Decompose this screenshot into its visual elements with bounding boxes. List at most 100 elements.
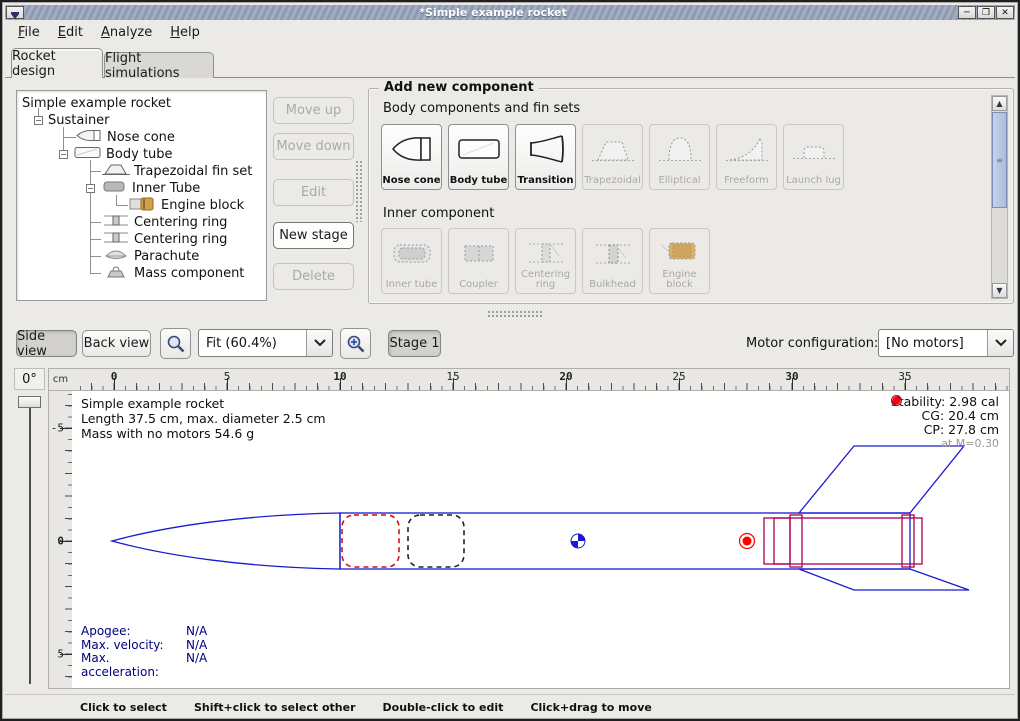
centering-ring-icon <box>102 214 130 231</box>
window-menu-button[interactable] <box>6 6 24 19</box>
zoom-out-button[interactable] <box>160 328 191 359</box>
vertical-splitter-grip[interactable] <box>355 160 363 222</box>
menu-file[interactable]: File <box>9 22 49 43</box>
hint-drag: Click+drag to move <box>530 701 651 714</box>
menu-bar: File Edit Analyze Help <box>5 20 1015 45</box>
add-coupler-button[interactable]: Coupler <box>448 228 509 294</box>
menu-analyze[interactable]: Analyze <box>92 22 161 43</box>
nose-cone-icon <box>76 129 103 146</box>
tree-item-centering-ring-2[interactable]: Centering ring <box>102 231 227 248</box>
tree-item-parachute[interactable]: Parachute <box>102 248 199 265</box>
menu-help[interactable]: Help <box>161 22 209 43</box>
add-inner-tube-button[interactable]: Inner tube <box>381 228 442 294</box>
tree-item-inner-tube[interactable]: Inner Tube <box>102 180 200 197</box>
scrollbar-thumb[interactable]: ≡ <box>992 112 1007 208</box>
zoom-in-button[interactable] <box>340 328 371 359</box>
tree-item-sustainer[interactable]: Sustainer <box>48 112 110 129</box>
add-trapezoidal-fin-button[interactable]: Trapezoidal <box>582 124 643 190</box>
component-scrollbar[interactable]: ▲ ≡ ▼ <box>991 95 1008 299</box>
title-bar: *Simple example rocket ─ ❐ ✕ <box>5 5 1015 20</box>
parachute-shape[interactable] <box>342 515 399 567</box>
mass-component-shape[interactable] <box>408 515 464 567</box>
new-stage-button[interactable]: New stage <box>273 222 354 249</box>
tree-item-rocket[interactable]: Simple example rocket <box>22 95 171 112</box>
fin-set-icon <box>102 163 130 180</box>
magnifier-plus-icon <box>346 334 366 354</box>
tree-item-nose-cone[interactable]: Nose cone <box>76 129 175 146</box>
edit-button[interactable]: Edit <box>273 179 354 206</box>
side-view-button[interactable]: Side view <box>16 330 77 357</box>
inner-components-outline[interactable] <box>764 515 922 567</box>
engine-block-shape[interactable] <box>774 518 790 564</box>
cp-marker <box>740 534 755 549</box>
tab-flight-simulations[interactable]: Flight simulations <box>104 52 214 78</box>
rotation-angle-field[interactable]: 0° <box>14 368 45 390</box>
tree-item-body-tube[interactable]: Body tube <box>74 146 173 163</box>
rocket-figure-canvas[interactable]: Simple example rocket Length 37.5 cm, ma… <box>72 391 1010 689</box>
centering-ring-front-shape[interactable] <box>790 515 802 567</box>
add-launch-lug-button[interactable]: Launch lug <box>783 124 844 190</box>
magnifier-icon <box>166 334 186 354</box>
motor-config-select[interactable]: [No motors] <box>878 329 1014 357</box>
add-centering-ring-button[interactable]: Centering ring <box>515 228 576 294</box>
transition-icon <box>516 131 575 167</box>
add-engine-block-button[interactable]: Engine block <box>649 228 710 294</box>
launch-lug-icon <box>784 131 843 167</box>
body-section-label: Body components and fin sets <box>383 101 580 116</box>
move-up-button[interactable]: Move up <box>273 97 354 124</box>
tree-item-centering-ring-1[interactable]: Centering ring <box>102 214 227 231</box>
add-elliptical-fin-button[interactable]: Elliptical <box>649 124 710 190</box>
splitter-grip[interactable] <box>487 310 543 317</box>
cp-line: CP: 27.8 cm <box>891 423 999 437</box>
nose-cone-shape[interactable] <box>112 513 340 569</box>
scroll-down-icon[interactable]: ▼ <box>992 283 1007 298</box>
close-button[interactable]: ✕ <box>996 6 1014 19</box>
stage-1-toggle[interactable]: Stage 1 <box>388 330 441 357</box>
centering-ring-rear-shape[interactable] <box>902 515 914 567</box>
rotation-slider-track[interactable] <box>29 398 31 684</box>
delete-button[interactable]: Delete <box>273 263 354 290</box>
nose-cone-icon <box>382 131 441 167</box>
rocket-name: Simple example rocket <box>81 396 326 411</box>
move-down-button[interactable]: Move down <box>273 133 354 160</box>
add-nose-cone-button[interactable]: Nose cone <box>381 124 442 190</box>
minimize-button[interactable]: ─ <box>958 6 976 19</box>
group-title: Add new component <box>379 80 539 95</box>
add-freeform-fin-button[interactable]: Freeform <box>716 124 777 190</box>
tree-line <box>90 273 101 274</box>
horizontal-splitter[interactable] <box>5 307 1015 320</box>
tree-item-trapezoidal-fin-set[interactable]: Trapezoidal fin set <box>102 163 252 180</box>
chevron-down-icon[interactable] <box>987 330 1013 356</box>
maximize-button[interactable]: ❐ <box>977 6 995 19</box>
fin-bottom-shape[interactable] <box>799 569 969 590</box>
add-transition-button[interactable]: Transition <box>515 124 576 190</box>
vertical-ruler: -5 0 5 <box>48 391 73 689</box>
scroll-up-icon[interactable]: ▲ <box>992 96 1007 111</box>
expander-inner-tube[interactable]: − <box>86 184 95 193</box>
back-view-button[interactable]: Back view <box>82 330 151 357</box>
chevron-down-icon[interactable] <box>306 330 332 356</box>
inner-tube-shape[interactable] <box>764 518 922 564</box>
zoom-select[interactable]: Fit (60.4%) <box>198 329 333 357</box>
fin-top-shape[interactable] <box>799 446 964 513</box>
inner-tube-icon <box>382 235 441 271</box>
stability-value: Stability: 2.98 cal <box>891 395 999 409</box>
tree-item-engine-block[interactable]: Engine block <box>129 197 244 214</box>
expander-sustainer[interactable]: − <box>34 116 43 125</box>
tab-rocket-design[interactable]: Rocket design <box>11 48 103 78</box>
menu-edit[interactable]: Edit <box>49 22 92 43</box>
rotation-slider-handle[interactable] <box>18 396 41 408</box>
inner-section-label: Inner component <box>383 206 494 221</box>
add-body-tube-button[interactable]: Body tube <box>448 124 509 190</box>
hint-double-click: Double-click to edit <box>383 701 504 714</box>
coupler-icon <box>449 235 508 271</box>
rocket-info-text: Simple example rocket Length 37.5 cm, ma… <box>81 396 326 441</box>
expander-body-tube[interactable]: − <box>59 150 68 159</box>
elliptical-fin-icon <box>650 131 709 167</box>
stability-info: Stability: 2.98 cal CG: 20.4 cm CP: 27.8… <box>891 395 999 451</box>
body-tube-icon <box>74 146 102 163</box>
tree-item-mass-component[interactable]: Mass component <box>102 265 244 282</box>
add-bulkhead-button[interactable]: Bulkhead <box>582 228 643 294</box>
body-tube-icon <box>449 131 508 167</box>
body-tube-shape[interactable] <box>340 513 910 569</box>
